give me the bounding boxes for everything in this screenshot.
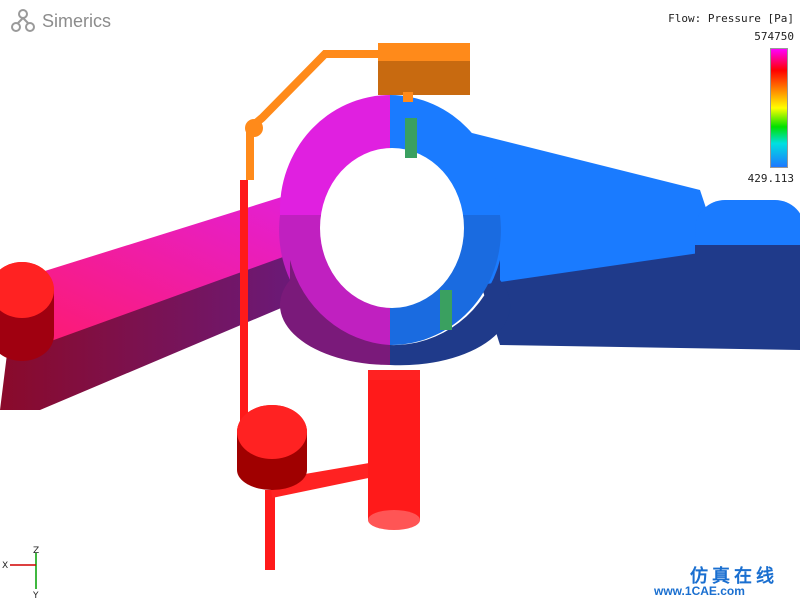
legend-title: Flow: Pressure [Pa]: [668, 12, 794, 25]
simerics-logo: Simerics: [10, 8, 111, 34]
watermark-url: www.1CAE.com: [654, 584, 745, 598]
axis-x-label: X: [2, 561, 8, 571]
legend-color-bar: [770, 48, 788, 168]
simerics-logo-icon: [11, 9, 35, 32]
legend-max-value: 574750: [754, 30, 794, 43]
axis-triad: Z X Y: [2, 546, 39, 600]
axis-z-label: Z: [33, 546, 39, 556]
axis-y-label: Y: [32, 591, 39, 600]
legend-min-value: 429.113: [747, 172, 794, 185]
right-rod: [460, 130, 800, 350]
pressure-field-scene: [0, 43, 800, 570]
brand-name: Simerics: [42, 10, 112, 31]
